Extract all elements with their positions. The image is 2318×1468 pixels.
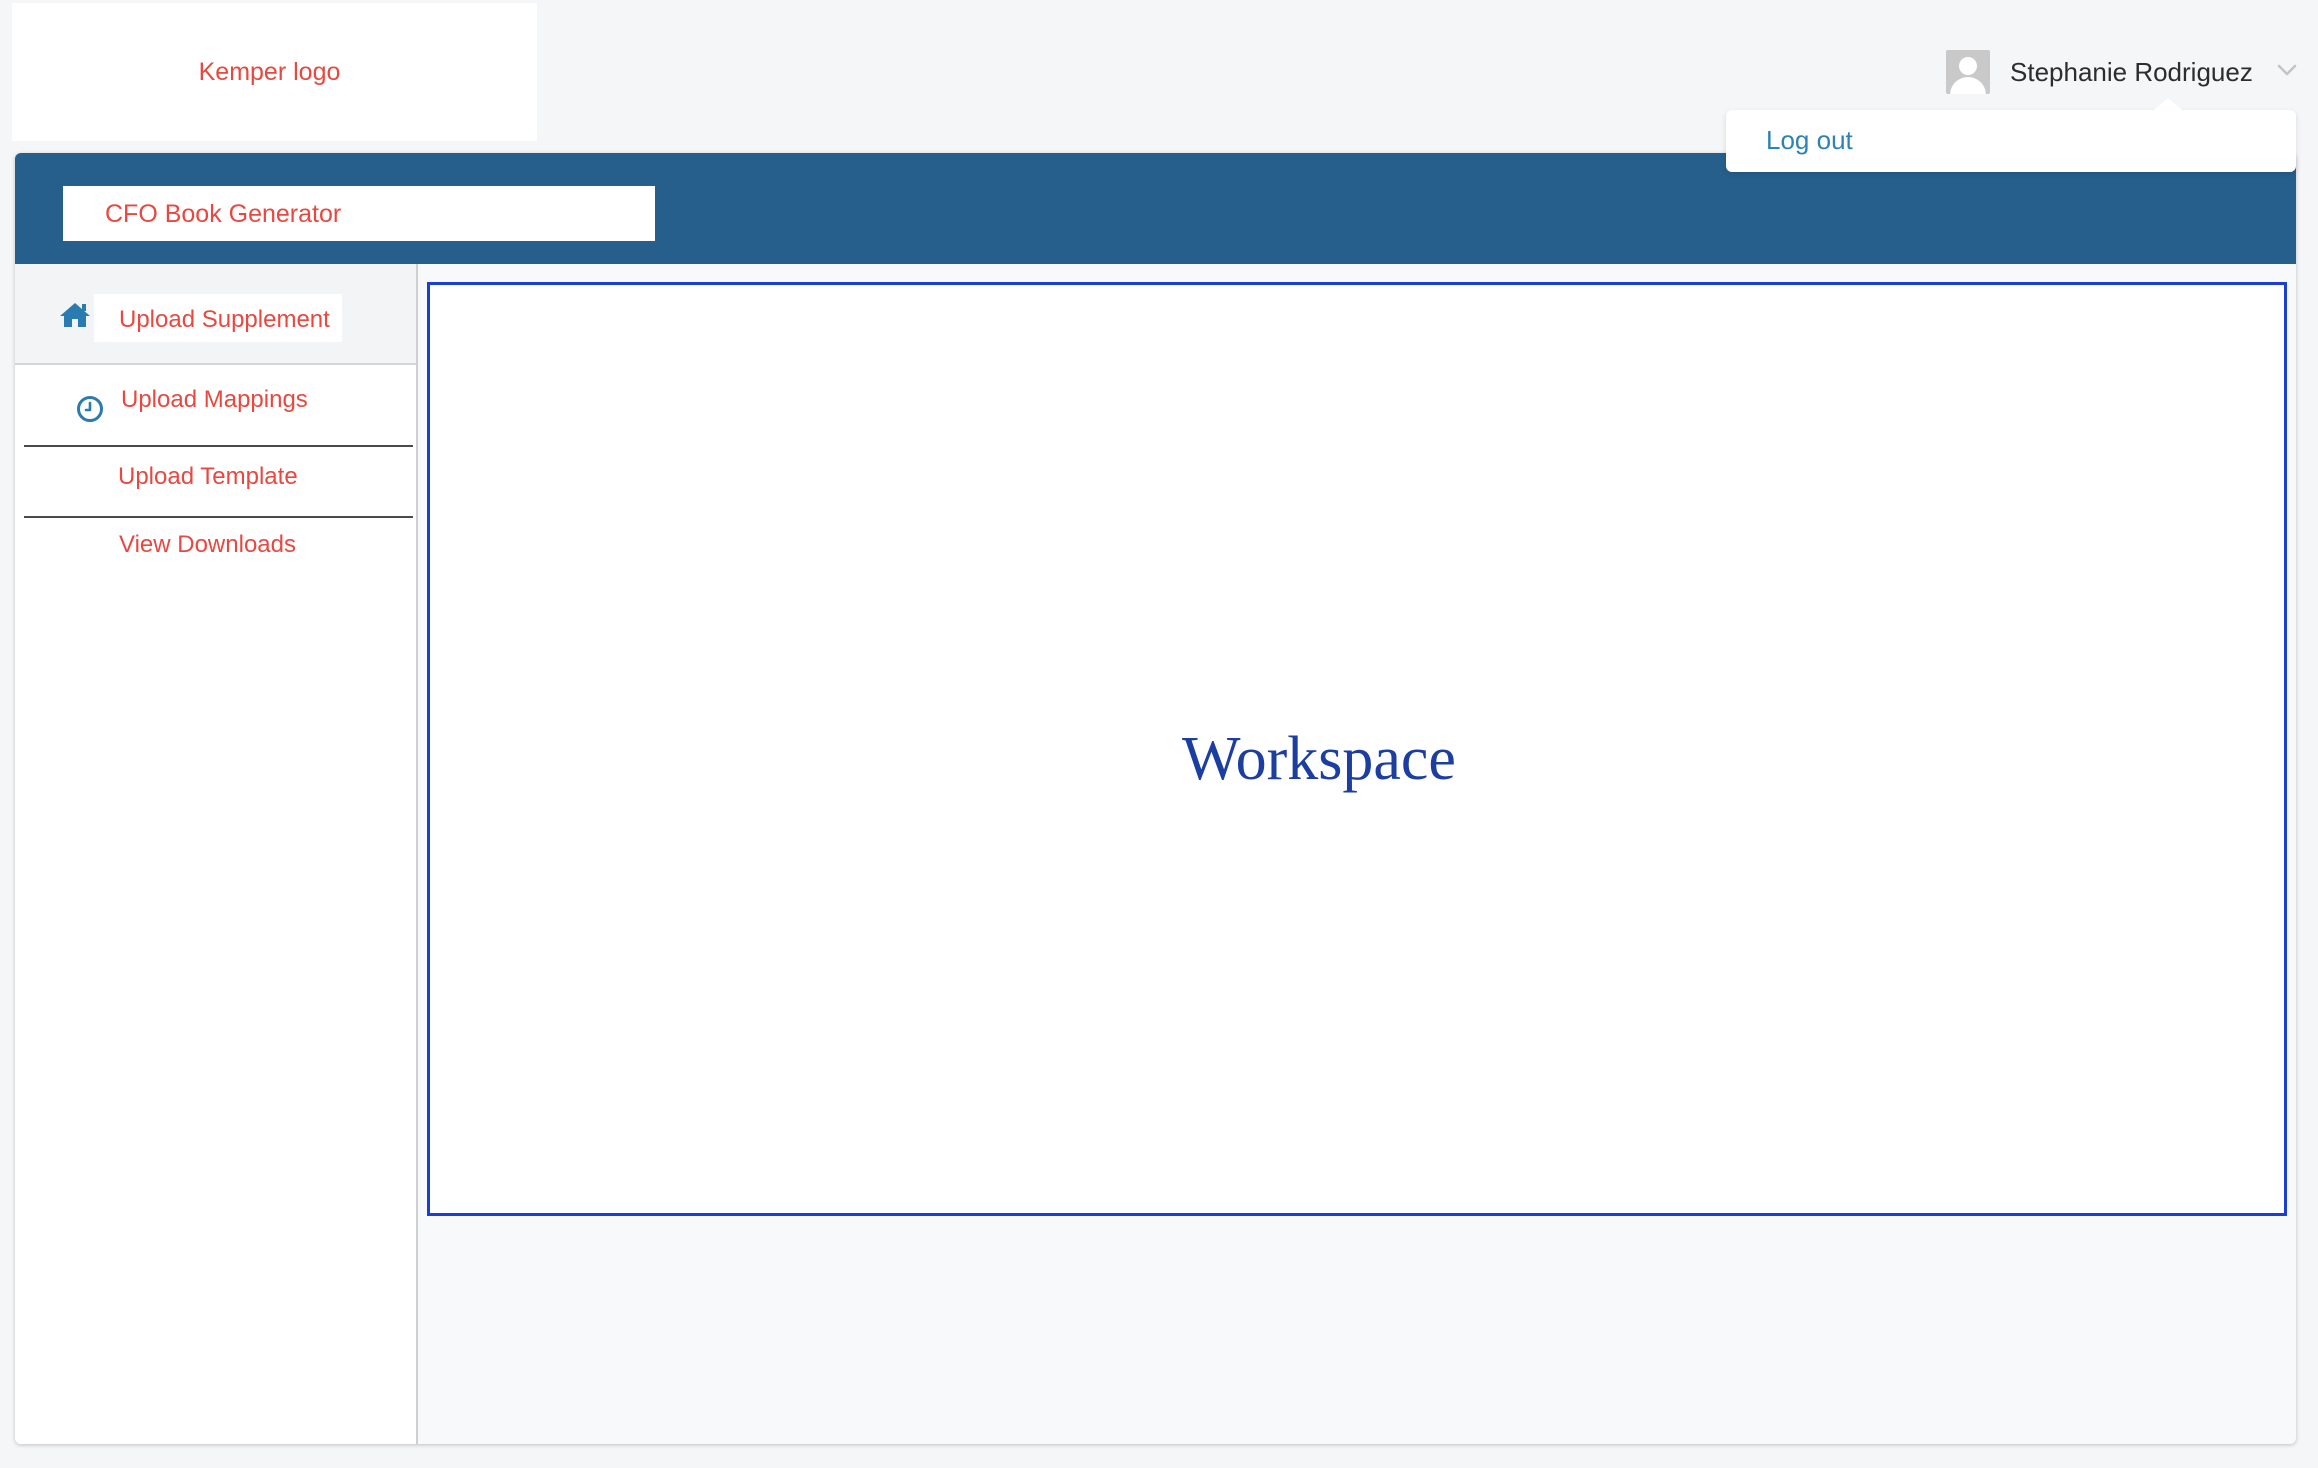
app-title[interactable]: CFO Book Generator	[63, 186, 655, 241]
clock-icon	[77, 396, 103, 422]
sidebar: Upload Supplement Upload Mappings Upload…	[15, 264, 418, 1444]
sidebar-item-label: View Downloads	[119, 531, 296, 558]
user-menu-toggle[interactable]: Stephanie Rodriguez	[1946, 49, 2253, 95]
sidebar-item-view-downloads[interactable]: View Downloads	[24, 518, 413, 578]
sidebar-item-label: Upload Supplement	[119, 306, 330, 333]
sidebar-item-upload-mappings[interactable]: Upload Mappings	[24, 365, 413, 447]
logo-text: Kemper logo	[198, 57, 341, 86]
sidebar-item-upload-supplement[interactable]: Upload Supplement	[15, 264, 416, 365]
sidebar-item-label: Upload Mappings	[121, 386, 308, 413]
sidebar-item-upload-template[interactable]: Upload Template	[24, 447, 413, 518]
app-title-text: CFO Book Generator	[105, 200, 342, 228]
workspace-label: Workspace	[1182, 724, 1456, 793]
workspace-panel[interactable]: Workspace	[427, 282, 2287, 1216]
user-name: Stephanie Rodriguez	[2010, 56, 2253, 87]
home-icon	[60, 303, 90, 327]
kemper-logo[interactable]: Kemper logo	[12, 3, 537, 141]
app-frame: CFO Book Generator Upload Supplement Upl…	[15, 153, 2296, 1444]
sidebar-item-label: Upload Template	[118, 463, 298, 490]
sidebar-item-label-box: Upload Supplement	[94, 294, 342, 342]
logout-link[interactable]: Log out	[1766, 125, 1853, 156]
user-dropdown-menu: Log out	[1726, 98, 2296, 172]
user-avatar-icon	[1946, 50, 1990, 94]
chevron-down-icon[interactable]	[2276, 62, 2298, 78]
